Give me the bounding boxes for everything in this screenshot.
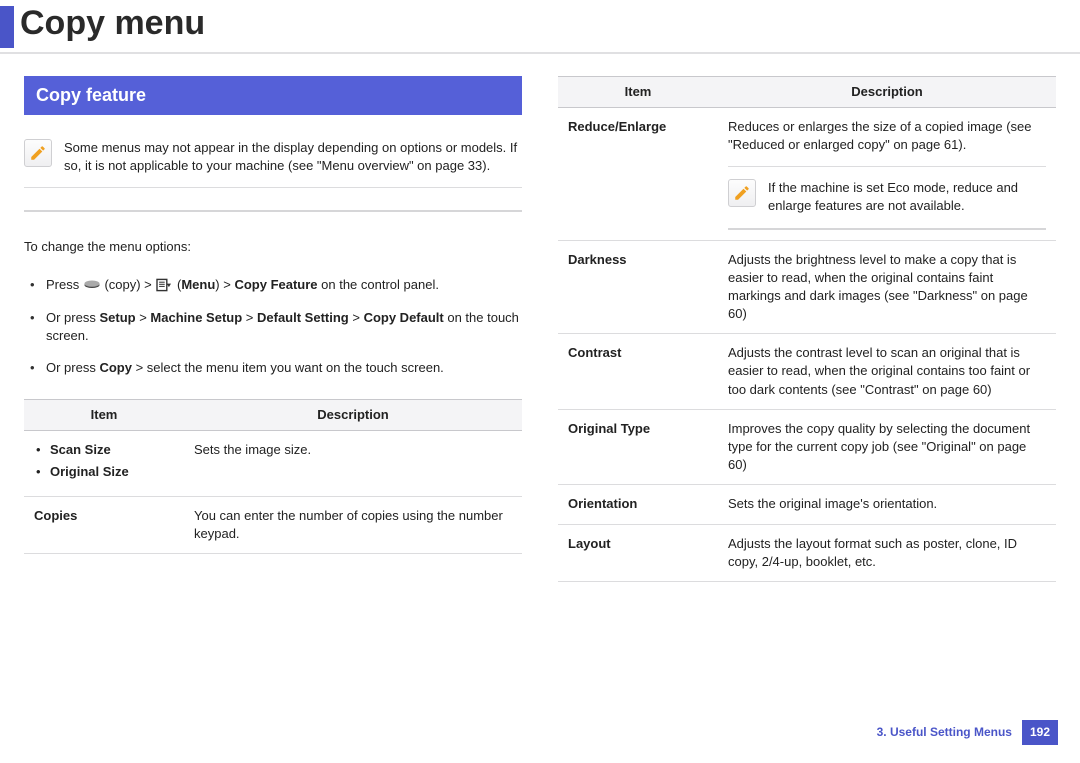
- table-row-desc: Adjusts the contrast level to scan an or…: [718, 334, 1056, 410]
- th-desc: Description: [184, 400, 522, 431]
- table-row-desc: Adjusts the layout format such as poster…: [718, 524, 1056, 581]
- page-title: Copy menu: [20, 0, 205, 48]
- pencil-note-icon: [24, 139, 52, 167]
- copy-icon: [83, 278, 101, 292]
- table-row-desc: You can enter the number of copies using…: [184, 496, 522, 553]
- note-box: Some menus may not appear in the display…: [24, 139, 522, 188]
- footer-page-number: 192: [1022, 720, 1058, 745]
- steps-list: Press (copy) > (Menu) > Copy Feature on …: [24, 276, 522, 377]
- table-row-desc: Adjusts the brightness level to make a c…: [718, 240, 1056, 334]
- table-row-item: Original Type: [558, 409, 718, 485]
- step-2: Or press Setup > Machine Setup > Default…: [24, 309, 522, 345]
- table-row-item: Darkness: [558, 240, 718, 334]
- intro-text: To change the menu options:: [24, 238, 522, 256]
- note-text: If the machine is set Eco mode, reduce a…: [768, 179, 1046, 215]
- th-item: Item: [24, 400, 184, 431]
- th-item: Item: [558, 76, 718, 107]
- table-row-desc: Sets the original image's orientation.: [718, 485, 1056, 524]
- footer-chapter: 3. Useful Setting Menus: [877, 724, 1012, 741]
- table-row-desc: Reduces or enlarges the size of a copied…: [718, 107, 1056, 240]
- table-row-item: Reduce/Enlarge: [558, 107, 718, 240]
- table-row-item: Contrast: [558, 334, 718, 410]
- th-desc: Description: [718, 76, 1056, 107]
- table-row-item: Scan Size Original Size: [24, 431, 184, 496]
- page-footer: 3. Useful Setting Menus 192: [877, 720, 1058, 745]
- table-row-item: Copies: [24, 496, 184, 553]
- note-text: Some menus may not appear in the display…: [64, 139, 522, 175]
- step-3: Or press Copy > select the menu item you…: [24, 359, 522, 377]
- table-row-item: Orientation: [558, 485, 718, 524]
- pencil-note-icon: [728, 179, 756, 207]
- table-row-desc: Improves the copy quality by selecting t…: [718, 409, 1056, 485]
- step-1: Press (copy) > (Menu) > Copy Feature on …: [24, 276, 522, 294]
- menu-icon: [155, 278, 173, 292]
- table-row-desc: Sets the image size.: [184, 431, 522, 496]
- section-heading: Copy feature: [24, 76, 522, 115]
- left-table: Item Description Scan Size Original Size…: [24, 399, 522, 554]
- right-table: Item Description Reduce/Enlarge Reduces …: [558, 76, 1056, 582]
- table-row-item: Layout: [558, 524, 718, 581]
- title-accent: [0, 6, 14, 48]
